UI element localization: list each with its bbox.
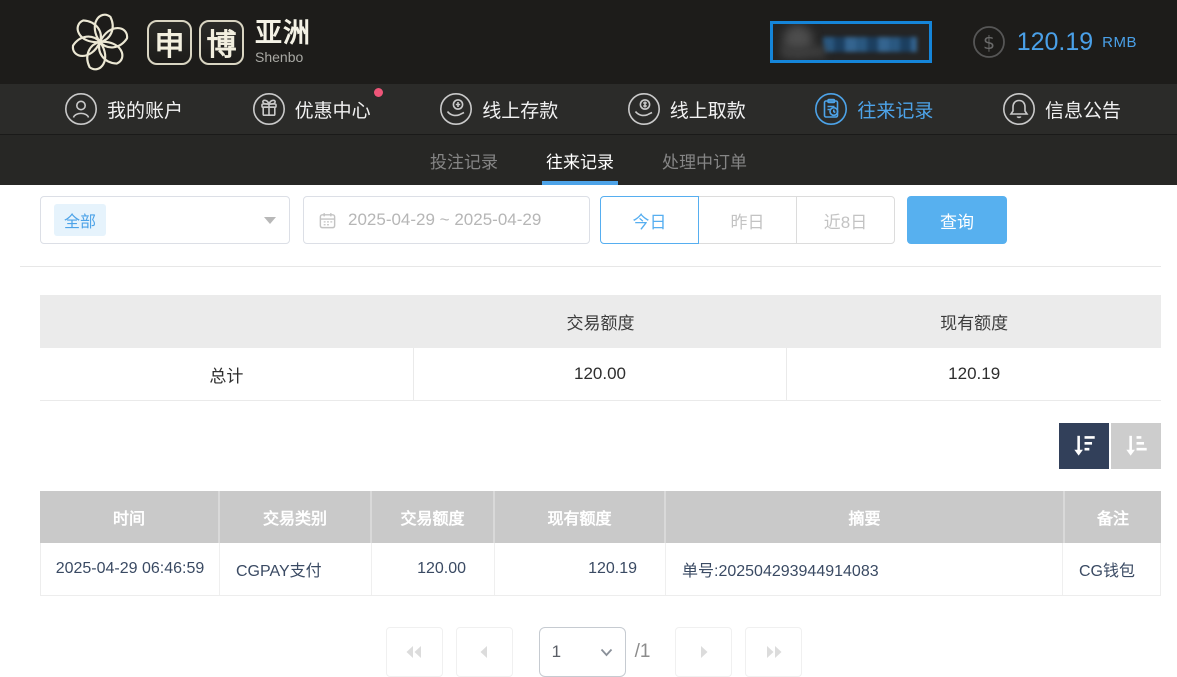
balance-currency: RMB xyxy=(1102,34,1137,51)
nav-item-online-withdraw[interactable]: 线上取款 xyxy=(627,92,746,126)
withdraw-icon xyxy=(627,92,661,126)
summary-total-balance: 120.19 xyxy=(787,348,1161,401)
table-row: 2025-04-29 06:46:59 CGPAY支付 120.00 120.1… xyxy=(40,543,1161,596)
col-summary: 摘要 xyxy=(664,491,1063,543)
brand-subtitle: Shenbo xyxy=(255,50,311,64)
col-balance: 现有额度 xyxy=(493,491,664,543)
filter-row: 全部 2025-04-29 ~ 2025-04-29 今日 昨日 近8日 查询 xyxy=(40,196,1161,244)
redacted-blob xyxy=(781,46,825,58)
summary-header-trade: 交易额度 xyxy=(414,295,788,348)
chevron-down-icon xyxy=(264,217,276,224)
records-table: 时间 交易类别 交易额度 现有额度 摘要 备注 2025-04-29 06:46… xyxy=(40,491,1161,596)
nav-item-online-deposit[interactable]: 线上存款 xyxy=(439,92,558,126)
date-range-value: 2025-04-29 ~ 2025-04-29 xyxy=(348,210,541,230)
sort-descending-button[interactable] xyxy=(1059,423,1109,469)
prev-page-icon xyxy=(473,641,495,663)
record-subtabs: 投注记录 往来记录 处理中订单 xyxy=(0,134,1177,185)
top-header: 申 博 亚洲 Shenbo $ 120.19 RMB xyxy=(0,0,1177,84)
sort-controls xyxy=(40,423,1161,469)
flower-logo-icon xyxy=(62,6,138,78)
row-type: CGPAY支付 xyxy=(219,543,371,595)
page-total: /1 xyxy=(635,641,651,663)
sort-ascending-button[interactable] xyxy=(1111,423,1161,469)
summary-total-trade: 120.00 xyxy=(414,348,788,401)
col-type: 交易类别 xyxy=(218,491,370,543)
row-remark: CG钱包 xyxy=(1062,543,1160,595)
sort-asc-icon xyxy=(1121,431,1151,461)
pagination: 1 /1 xyxy=(40,627,1161,677)
last-page-icon xyxy=(763,641,785,663)
prev-page-button[interactable] xyxy=(456,627,513,677)
row-trade-amount: 120.00 xyxy=(371,543,494,595)
nav-item-transaction-records[interactable]: 往来记录 xyxy=(814,92,933,126)
next-page-icon xyxy=(693,641,715,663)
nav-label: 线上存款 xyxy=(482,96,558,123)
main-navigation: 我的账户 优惠中心 线上存款 线上取款 xyxy=(0,84,1177,134)
balance-amount: 120.19 xyxy=(1017,28,1093,57)
row-summary: 单号:202504293944914083 xyxy=(665,543,1062,595)
search-button[interactable]: 查询 xyxy=(907,196,1007,244)
records-icon xyxy=(814,92,848,126)
main-content: 全部 2025-04-29 ~ 2025-04-29 今日 昨日 近8日 查询 … xyxy=(0,196,1177,677)
brand-logo: 申 博 亚洲 Shenbo xyxy=(62,6,311,78)
nav-label: 往来记录 xyxy=(857,96,933,123)
today-button[interactable]: 今日 xyxy=(600,196,699,244)
dollar-circle-icon: $ xyxy=(972,25,1006,59)
chevron-down-icon xyxy=(600,648,613,657)
nav-item-announcements[interactable]: 信息公告 xyxy=(1002,92,1121,126)
user-icon xyxy=(64,92,98,126)
summary-total-label: 总计 xyxy=(40,348,414,401)
redacted-text-blob xyxy=(823,37,917,52)
summary-table: 交易额度 现有额度 总计 120.00 120.19 xyxy=(40,295,1161,401)
row-time: 2025-04-29 06:46:59 xyxy=(41,543,219,595)
records-table-header: 时间 交易类别 交易额度 现有额度 摘要 备注 xyxy=(40,491,1161,543)
first-page-button[interactable] xyxy=(386,627,443,677)
brand-region: 亚洲 xyxy=(255,20,311,47)
next-page-button[interactable] xyxy=(675,627,732,677)
brand-char-shen: 申 xyxy=(147,20,192,65)
sort-desc-icon xyxy=(1069,431,1099,461)
col-remark: 备注 xyxy=(1063,491,1161,543)
last-page-button[interactable] xyxy=(745,627,802,677)
deposit-icon xyxy=(439,92,473,126)
first-page-icon xyxy=(403,641,425,663)
nav-item-my-account[interactable]: 我的账户 xyxy=(64,92,183,126)
bell-icon xyxy=(1002,92,1036,126)
nav-label: 我的账户 xyxy=(107,96,183,123)
gift-icon xyxy=(252,92,286,126)
type-select[interactable]: 全部 xyxy=(40,196,290,244)
quick-date-group: 今日 昨日 近8日 xyxy=(600,196,895,244)
tab-bet-records[interactable]: 投注记录 xyxy=(428,135,500,185)
nav-label: 线上取款 xyxy=(670,96,746,123)
row-balance: 120.19 xyxy=(494,543,665,595)
col-trade-amount: 交易额度 xyxy=(370,491,493,543)
svg-text:$: $ xyxy=(983,32,995,54)
section-divider xyxy=(20,266,1161,267)
summary-header-balance: 现有额度 xyxy=(787,295,1161,348)
col-time: 时间 xyxy=(40,491,218,543)
nav-label: 优惠中心 xyxy=(295,96,371,123)
balance-display: $ 120.19 RMB xyxy=(972,25,1137,59)
brand-char-bo: 博 xyxy=(199,20,244,65)
tab-transaction-records[interactable]: 往来记录 xyxy=(544,135,616,185)
page-select-value: 1 xyxy=(552,642,561,662)
notification-dot xyxy=(374,88,383,97)
nav-item-promotions[interactable]: 优惠中心 xyxy=(252,92,371,126)
page-select[interactable]: 1 xyxy=(539,627,626,677)
calendar-icon xyxy=(318,211,337,230)
username-redacted[interactable] xyxy=(770,21,932,63)
tab-processing-orders[interactable]: 处理中订单 xyxy=(660,135,749,185)
last-8-days-button[interactable]: 近8日 xyxy=(796,196,895,244)
date-range-input[interactable]: 2025-04-29 ~ 2025-04-29 xyxy=(303,196,590,244)
yesterday-button[interactable]: 昨日 xyxy=(698,196,797,244)
nav-label: 信息公告 xyxy=(1045,96,1121,123)
summary-header-blank xyxy=(40,295,414,348)
type-selected-tag: 全部 xyxy=(54,204,106,236)
